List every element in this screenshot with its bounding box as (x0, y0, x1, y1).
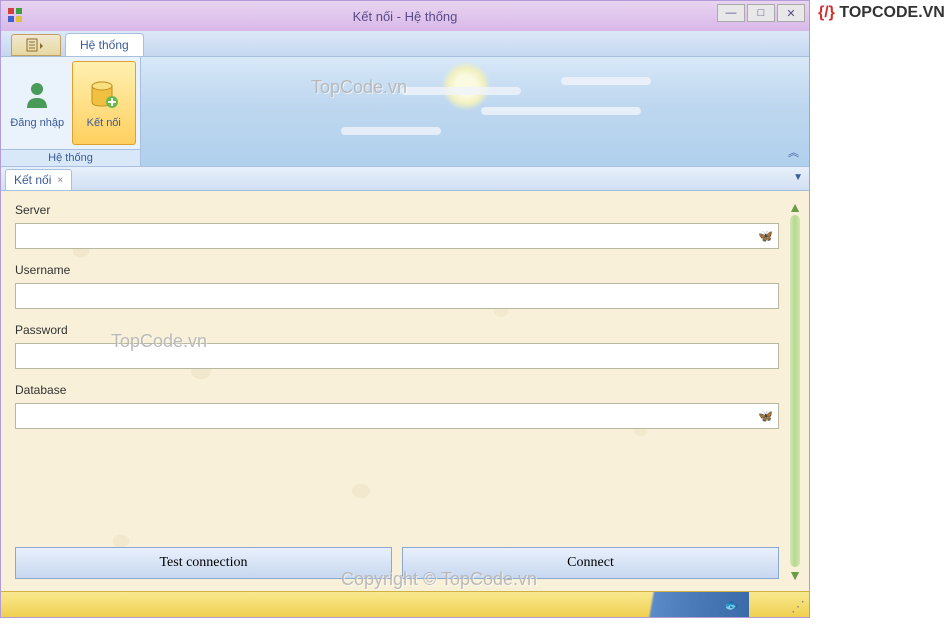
app-menu-button[interactable] (11, 34, 61, 56)
app-window: Kết nối - Hệ thống — □ ✕ Hệ thống Đăng n… (0, 0, 810, 618)
fish-icon: 🐟 (724, 598, 739, 612)
ribbon-group-system: Đăng nhập Kết nối Hệ thống (1, 57, 141, 166)
ribbon-login-button[interactable]: Đăng nhập (5, 61, 70, 145)
ribbon-connect-label: Kết nối (87, 117, 121, 129)
ribbon-group-label: Hệ thống (1, 149, 140, 166)
doc-tab-close-icon[interactable]: × (57, 175, 63, 186)
database-input[interactable] (15, 403, 779, 429)
window-title: Kết nối - Hệ thống (353, 9, 458, 24)
vertical-scrollbar[interactable]: ▲ ▼ (787, 199, 803, 583)
ribbon-collapse-chevron-icon[interactable]: ︽ (788, 144, 799, 160)
statusbar: 🐟 ⋰ (1, 591, 809, 617)
tabstrip-dropdown-icon[interactable]: ▼ (793, 172, 803, 183)
doc-tab-connect[interactable]: Kết nối × (5, 169, 72, 190)
topcode-logo: {/} TOPCODE.VN (818, 4, 945, 22)
document-tabstrip: Kết nối × ▼ (1, 167, 809, 191)
connect-button[interactable]: Connect (402, 547, 779, 579)
doc-tab-label: Kết nối (14, 173, 51, 187)
close-button[interactable]: ✕ (777, 4, 805, 22)
database-icon (88, 78, 120, 113)
app-icon (7, 7, 23, 23)
password-input[interactable] (15, 343, 779, 369)
server-input[interactable] (15, 223, 779, 249)
butterfly-icon: 🦋 (758, 409, 773, 423)
maximize-button[interactable]: □ (747, 4, 775, 22)
titlebar: Kết nối - Hệ thống — □ ✕ (1, 1, 809, 31)
butterfly-icon: 🦋 (758, 229, 773, 243)
user-icon (21, 78, 53, 113)
ribbon: Đăng nhập Kết nối Hệ thống TopCode.vn ︽ (1, 57, 809, 167)
password-label: Password (15, 323, 779, 337)
scroll-track[interactable] (790, 215, 800, 567)
menu-tab-system[interactable]: Hệ thống (65, 33, 144, 56)
database-label: Database (15, 383, 779, 397)
ribbon-connect-button[interactable]: Kết nối (72, 61, 137, 145)
form-panel: Server 🦋 Username Password Database 🦋 Te… (1, 191, 809, 591)
scroll-down-icon[interactable]: ▼ (787, 567, 803, 583)
server-label: Server (15, 203, 779, 217)
resize-grip-icon[interactable]: ⋰ (791, 598, 805, 615)
ribbon-login-label: Đăng nhập (10, 117, 64, 129)
minimize-button[interactable]: — (717, 4, 745, 22)
username-input[interactable] (15, 283, 779, 309)
username-label: Username (15, 263, 779, 277)
scroll-up-icon[interactable]: ▲ (787, 199, 803, 215)
test-connection-button[interactable]: Test connection (15, 547, 392, 579)
ribbon-decoration (141, 57, 809, 166)
menubar: Hệ thống (1, 31, 809, 57)
